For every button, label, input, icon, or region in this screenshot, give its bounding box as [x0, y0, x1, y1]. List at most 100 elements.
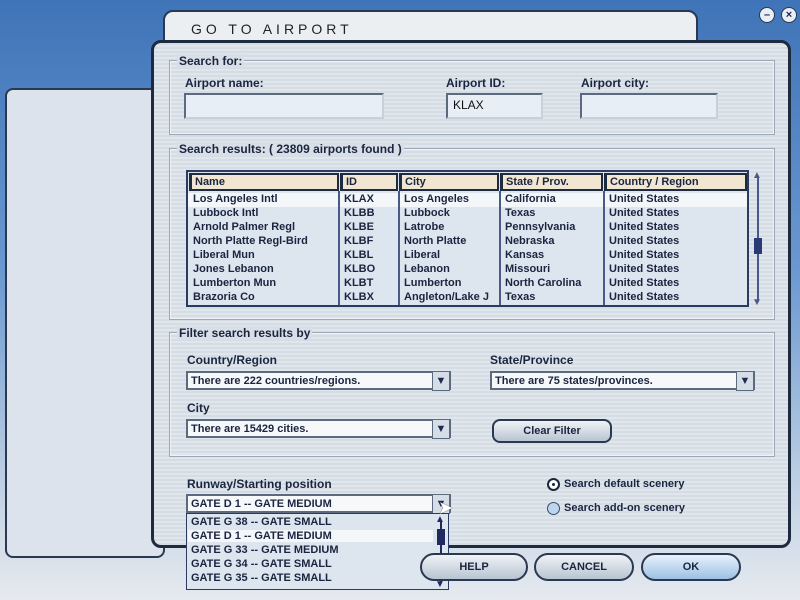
- table-cell: KLBO: [344, 263, 376, 275]
- filter-legend: Filter search results by: [177, 326, 313, 340]
- table-cell: North Platte Regl-Bird: [193, 235, 308, 247]
- table-row[interactable]: Brazoria Co KLBX Angleton/Lake J Texas Unite…: [188, 291, 747, 305]
- search-addon-radio[interactable]: [547, 502, 560, 515]
- search-default-label[interactable]: Search default scenery: [564, 478, 684, 490]
- table-cell: Lumberton Mun: [193, 277, 277, 289]
- dropdown-option[interactable]: GATE G 34 -- GATE SMALL: [191, 558, 332, 570]
- cancel-button[interactable]: CANCEL: [534, 553, 634, 581]
- table-cell: Kansas: [505, 249, 545, 261]
- table-cell: KLBF: [344, 235, 374, 247]
- table-cell: Arnold Palmer Regl: [193, 221, 296, 233]
- table-cell: Texas: [505, 207, 536, 219]
- table-cell: KLBL: [344, 249, 374, 261]
- column-divider: [338, 191, 340, 305]
- table-cell: United States: [609, 277, 680, 289]
- search-addon-label[interactable]: Search add-on scenery: [564, 502, 685, 514]
- table-cell: KLBE: [344, 221, 374, 233]
- runway-value: GATE D 1 -- GATE MEDIUM: [191, 498, 332, 510]
- dropdown-option[interactable]: GATE G 35 -- GATE SMALL: [191, 572, 332, 584]
- clear-filter-button[interactable]: Clear Filter: [492, 419, 612, 443]
- scroll-up-icon[interactable]: ▲: [752, 170, 762, 181]
- table-cell: Texas: [505, 291, 536, 303]
- dropdown-option[interactable]: GATE G 33 -- GATE MEDIUM: [191, 544, 339, 556]
- dropdown-option[interactable]: GATE D 1 -- GATE MEDIUM: [188, 530, 433, 542]
- close-icon: ×: [785, 9, 793, 21]
- country-value: There are 222 countries/regions.: [191, 375, 361, 387]
- city-value: There are 15429 cities.: [191, 423, 309, 435]
- table-row[interactable]: Jones Lebanon KLBO Lebanon Missouri United S…: [188, 263, 747, 277]
- table-cell: United States: [609, 221, 680, 233]
- airport-name-label: Airport name:: [185, 76, 264, 90]
- ok-button[interactable]: OK: [641, 553, 741, 581]
- table-row[interactable]: Lumberton Mun KLBT Lumberton North Carolina…: [188, 277, 747, 291]
- scroll-thumb[interactable]: [437, 529, 445, 545]
- chevron-down-icon[interactable]: ▼: [736, 371, 754, 391]
- table-cell: United States: [609, 193, 680, 205]
- table-cell: KLBX: [344, 291, 374, 303]
- column-header-country[interactable]: Country / Region: [604, 173, 747, 191]
- table-cell: Brazoria Co: [193, 291, 255, 303]
- state-label: State/Province: [490, 353, 574, 367]
- scroll-down-icon[interactable]: ▼: [752, 297, 762, 308]
- chevron-down-icon[interactable]: ▼: [432, 371, 450, 391]
- state-value: There are 75 states/provinces.: [495, 375, 653, 387]
- city-select[interactable]: There are 15429 cities. ▼: [186, 419, 451, 439]
- background-panel: [5, 88, 165, 558]
- results-scrollbar[interactable]: ▲ ▼: [752, 170, 764, 308]
- minimize-button[interactable]: –: [759, 7, 775, 23]
- table-cell: United States: [609, 263, 680, 275]
- table-cell: Nebraska: [505, 235, 555, 247]
- help-button[interactable]: HELP: [420, 553, 528, 581]
- table-cell: United States: [609, 249, 680, 261]
- search-legend: Search for:: [177, 54, 245, 68]
- table-cell: Angleton/Lake J: [404, 291, 489, 303]
- table-cell: Los Angeles: [404, 193, 469, 205]
- chevron-down-icon[interactable]: ▼: [432, 419, 450, 439]
- minimize-icon: –: [763, 9, 771, 21]
- search-default-radio[interactable]: [547, 478, 560, 491]
- column-header-id[interactable]: ID: [340, 173, 398, 191]
- table-cell: Lebanon: [404, 263, 450, 275]
- runway-label: Runway/Starting position: [187, 477, 332, 491]
- airport-id-label: Airport ID:: [446, 76, 506, 90]
- table-cell: Los Angeles Intl: [193, 193, 278, 205]
- table-row[interactable]: Lubbock Intl KLBB Lubbock Texas United State…: [188, 207, 747, 221]
- table-cell: KLAX: [344, 193, 374, 205]
- column-divider: [398, 191, 400, 305]
- table-cell: California: [505, 193, 556, 205]
- column-header-city[interactable]: City: [399, 173, 499, 191]
- table-cell: Missouri: [505, 263, 551, 275]
- table-row[interactable]: Arnold Palmer Regl KLBE Latrobe Pennsylvani…: [188, 221, 747, 235]
- country-select[interactable]: There are 222 countries/regions. ▼: [186, 371, 451, 391]
- table-cell: North Carolina: [505, 277, 582, 289]
- column-divider: [499, 191, 501, 305]
- airport-id-input[interactable]: KLAX: [446, 93, 543, 119]
- mouse-cursor-icon: ➤: [439, 500, 453, 517]
- airport-city-input[interactable]: [580, 93, 718, 119]
- close-button[interactable]: ×: [781, 7, 797, 23]
- table-row[interactable]: North Platte Regl-Bird KLBF North Platte Ne…: [188, 235, 747, 249]
- column-header-name[interactable]: Name: [189, 173, 339, 191]
- runway-dropdown-list: GATE G 38 -- GATE SMALL GATE D 1 -- GATE …: [186, 513, 449, 590]
- window-title: GO TO AIRPORT: [191, 21, 353, 37]
- table-row[interactable]: Liberal Mun KLBL Liberal Kansas United State…: [188, 249, 747, 263]
- table-cell: Latrobe: [404, 221, 445, 233]
- table-cell: United States: [609, 207, 680, 219]
- city-label: City: [187, 401, 210, 415]
- runway-select[interactable]: GATE D 1 -- GATE MEDIUM ▼: [186, 494, 451, 514]
- table-row[interactable]: Los Angeles Intl KLAX Los Angeles Californi…: [188, 193, 747, 207]
- table-cell: Pennsylvania: [505, 221, 576, 233]
- table-cell: Lubbock Intl: [193, 207, 259, 219]
- table-cell: United States: [609, 291, 680, 303]
- column-header-state[interactable]: State / Prov.: [500, 173, 603, 191]
- column-divider: [603, 191, 605, 305]
- table-cell: Jones Lebanon: [193, 263, 274, 275]
- state-select[interactable]: There are 75 states/provinces. ▼: [490, 371, 755, 391]
- table-cell: United States: [609, 235, 680, 247]
- scroll-thumb[interactable]: [754, 238, 762, 254]
- airport-name-input[interactable]: [184, 93, 384, 119]
- table-cell: KLBT: [344, 277, 374, 289]
- country-label: Country/Region: [187, 353, 277, 367]
- dropdown-option[interactable]: GATE G 38 -- GATE SMALL: [191, 516, 332, 528]
- table-cell: Liberal Mun: [193, 249, 255, 261]
